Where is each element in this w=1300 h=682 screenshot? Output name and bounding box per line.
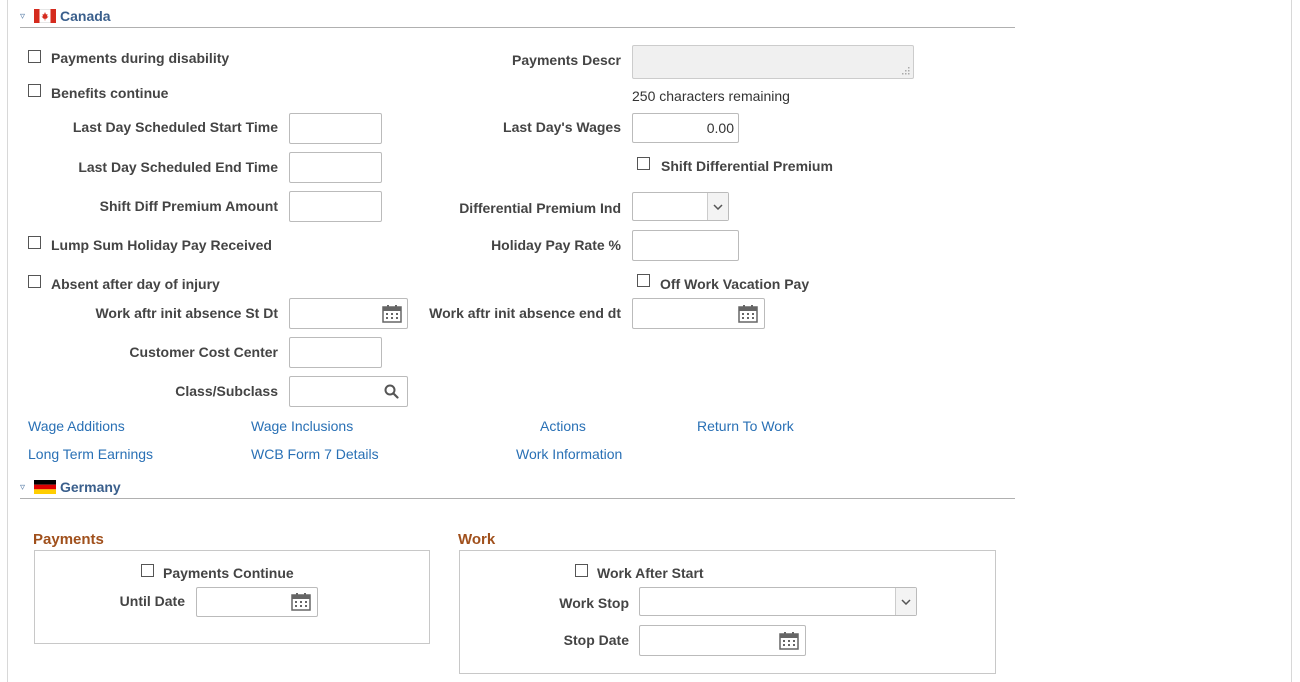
- return-to-work-link[interactable]: Return To Work: [697, 418, 794, 434]
- class-subclass-label: Class/Subclass: [175, 383, 278, 399]
- last-days-wages-input[interactable]: 0.00: [632, 113, 739, 143]
- section-divider: [20, 498, 1015, 499]
- work-stop-select[interactable]: [639, 587, 917, 616]
- off-work-vacation-label: Off Work Vacation Pay: [660, 276, 810, 292]
- resize-grip-icon[interactable]: [902, 67, 910, 75]
- search-icon[interactable]: [384, 384, 399, 399]
- wage-inclusions-link[interactable]: Wage Inclusions: [251, 418, 353, 434]
- until-date-label: Until Date: [119, 593, 185, 609]
- shift-diff-premium-amount-label: Shift Diff Premium Amount: [99, 198, 278, 214]
- long-term-earnings-link[interactable]: Long Term Earnings: [28, 446, 153, 462]
- absent-after-injury-checkbox[interactable]: [28, 275, 41, 288]
- off-work-vacation-checkbox[interactable]: [637, 274, 650, 287]
- payments-group-title: Payments: [33, 531, 104, 548]
- work-after-start-checkbox[interactable]: [575, 564, 588, 577]
- stop-date-input[interactable]: [639, 625, 806, 656]
- germany-section-header[interactable]: ▿ Germany: [20, 477, 121, 497]
- collapse-triangle-icon[interactable]: ▿: [20, 11, 30, 22]
- stop-date-label: Stop Date: [563, 632, 629, 648]
- frame-border-left: [7, 0, 8, 682]
- class-subclass-input[interactable]: [289, 376, 408, 407]
- canada-flag-icon: [33, 8, 57, 24]
- shift-diff-premium-label: Shift Differential Premium: [661, 158, 833, 174]
- work-stop-label: Work Stop: [559, 595, 629, 611]
- last-days-wages-label: Last Day's Wages: [503, 119, 621, 135]
- work-aftr-init-end-label: Work aftr init absence end dt: [429, 305, 621, 321]
- section-title-canada: Canada: [60, 8, 111, 24]
- absent-after-injury-label: Absent after day of injury: [51, 276, 220, 292]
- last-day-sched-start-input[interactable]: [289, 113, 382, 144]
- payments-descr-textarea[interactable]: [632, 45, 914, 79]
- work-aftr-init-end-input[interactable]: [632, 298, 765, 329]
- section-title-germany: Germany: [60, 479, 121, 495]
- work-aftr-init-st-label: Work aftr init absence St Dt: [95, 305, 278, 321]
- payments-continue-label: Payments Continue: [163, 565, 294, 581]
- chevron-down-icon[interactable]: [707, 193, 728, 220]
- holiday-pay-rate-label: Holiday Pay Rate %: [491, 237, 621, 253]
- holiday-pay-rate-input[interactable]: [632, 230, 739, 261]
- shift-diff-premium-amount-input[interactable]: [289, 191, 382, 222]
- diff-premium-ind-label: Differential Premium Ind: [459, 200, 621, 216]
- customer-cost-center-label: Customer Cost Center: [129, 344, 278, 360]
- until-date-input[interactable]: [196, 587, 318, 617]
- germany-flag-icon: [34, 480, 56, 494]
- chevron-down-icon[interactable]: [895, 588, 916, 615]
- customer-cost-center-input[interactable]: [289, 337, 382, 368]
- canada-section-header[interactable]: ▿ Canada: [20, 6, 111, 26]
- shift-diff-premium-checkbox[interactable]: [637, 157, 650, 170]
- section-divider: [20, 27, 1015, 28]
- calendar-icon[interactable]: [738, 305, 758, 323]
- wcb-form7-link[interactable]: WCB Form 7 Details: [251, 446, 379, 462]
- calendar-icon[interactable]: [382, 305, 402, 323]
- calendar-icon[interactable]: [291, 593, 311, 611]
- actions-link[interactable]: Actions: [540, 418, 586, 434]
- diff-premium-ind-select[interactable]: [632, 192, 729, 221]
- lump-sum-holiday-label: Lump Sum Holiday Pay Received: [51, 237, 272, 253]
- last-day-sched-end-input[interactable]: [289, 152, 382, 183]
- calendar-icon[interactable]: [779, 632, 799, 650]
- frame-border-right: [1291, 0, 1292, 682]
- work-aftr-init-st-input[interactable]: [289, 298, 408, 329]
- benefits-continue-checkbox[interactable]: [28, 84, 41, 97]
- payments-during-disability-checkbox[interactable]: [28, 50, 41, 63]
- last-day-sched-end-label: Last Day Scheduled End Time: [78, 159, 278, 175]
- chars-remaining-text: 250 characters remaining: [632, 88, 790, 104]
- payments-continue-checkbox[interactable]: [141, 564, 154, 577]
- work-information-link[interactable]: Work Information: [516, 446, 622, 462]
- payments-during-disability-label: Payments during disability: [51, 50, 230, 66]
- collapse-triangle-icon[interactable]: ▿: [20, 482, 30, 493]
- work-group-title: Work: [458, 531, 496, 548]
- wage-additions-link[interactable]: Wage Additions: [28, 418, 125, 434]
- work-after-start-label: Work After Start: [597, 565, 704, 581]
- payments-descr-label: Payments Descr: [512, 52, 621, 68]
- benefits-continue-label: Benefits continue: [51, 85, 169, 101]
- last-day-sched-start-label: Last Day Scheduled Start Time: [72, 119, 278, 135]
- lump-sum-holiday-checkbox[interactable]: [28, 236, 41, 249]
